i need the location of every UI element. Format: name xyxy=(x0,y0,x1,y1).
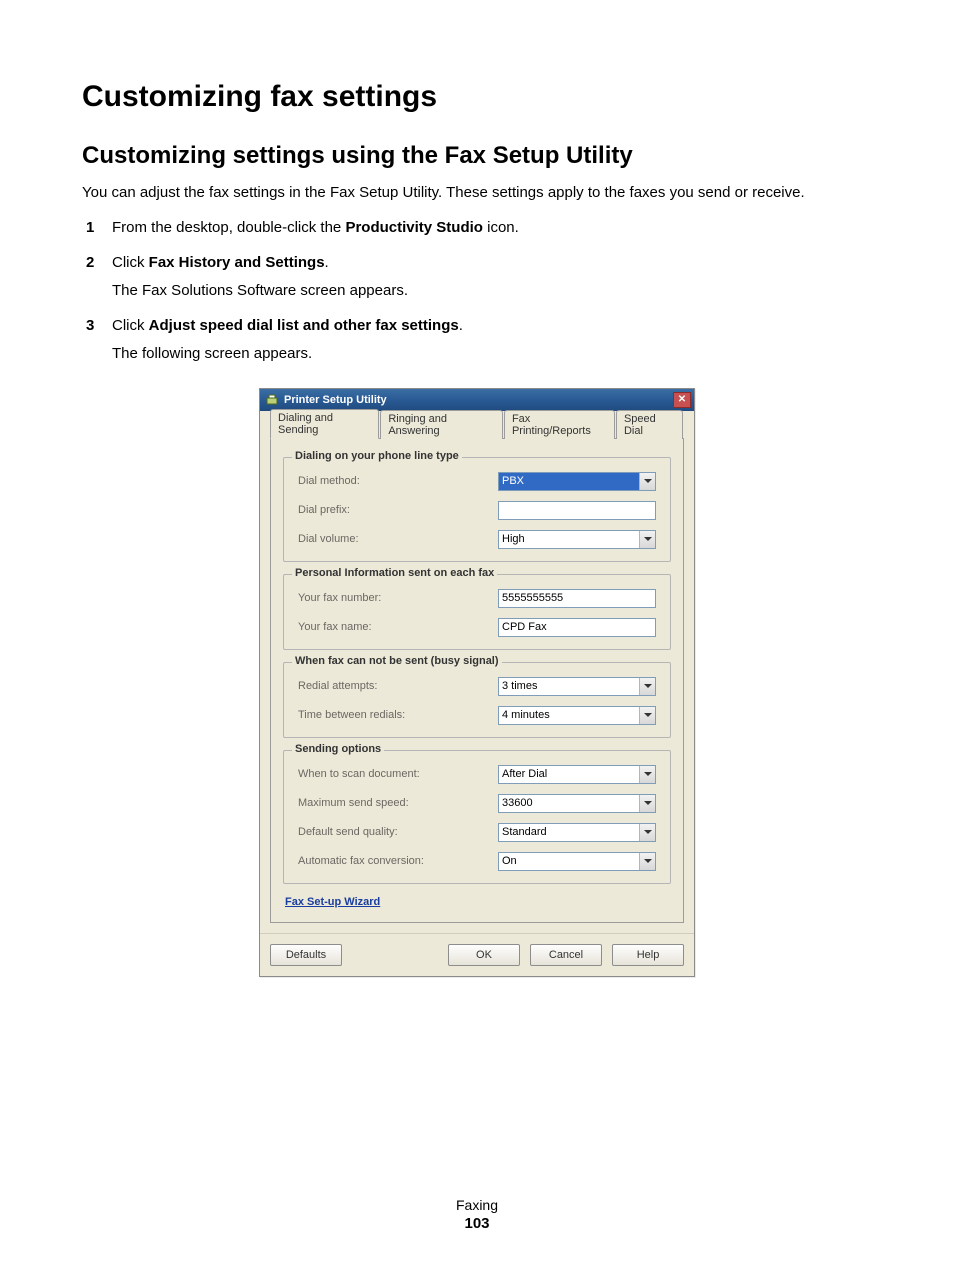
tab-panel-dialing: Dialing on your phone line type Dial met… xyxy=(270,439,684,923)
fax-name-value: CPD Fax xyxy=(502,621,547,633)
tab-fax-printing-reports[interactable]: Fax Printing/Reports xyxy=(504,410,615,439)
chevron-down-icon[interactable] xyxy=(639,795,655,812)
step-1: 1 From the desktop, double-click the Pro… xyxy=(82,217,872,252)
section-heading: Customizing settings using the Fax Setup… xyxy=(82,142,872,170)
group-dialing: Dialing on your phone line type Dial met… xyxy=(283,457,671,562)
fax-number-value: 5555555555 xyxy=(502,592,563,604)
page-heading: Customizing fax settings xyxy=(82,80,872,114)
when-to-scan-select[interactable]: After Dial xyxy=(498,765,656,784)
cancel-button[interactable]: Cancel xyxy=(530,944,602,966)
when-to-scan-label: When to scan document: xyxy=(298,768,498,780)
dial-prefix-input[interactable] xyxy=(498,501,656,520)
step-text-post: . xyxy=(459,317,463,334)
step-text-bold: Adjust speed dial list and other fax set… xyxy=(149,317,459,334)
dial-volume-value: High xyxy=(502,533,525,545)
chevron-down-icon[interactable] xyxy=(639,707,655,724)
defaults-button[interactable]: Defaults xyxy=(270,944,342,966)
step-number: 1 xyxy=(86,217,94,240)
chevron-down-icon[interactable] xyxy=(639,473,655,490)
dialog-title: Printer Setup Utility xyxy=(284,394,673,406)
fax-setup-wizard-link[interactable]: Fax Set-up Wizard xyxy=(285,896,380,908)
group-legend: Dialing on your phone line type xyxy=(292,450,462,462)
dialog-button-bar: Defaults OK Cancel Help xyxy=(260,933,694,976)
chevron-down-icon[interactable] xyxy=(639,766,655,783)
dial-volume-label: Dial volume: xyxy=(298,533,498,545)
intro-paragraph: You can adjust the fax settings in the F… xyxy=(82,184,872,201)
redial-attempts-select[interactable]: 3 times xyxy=(498,677,656,696)
default-quality-value: Standard xyxy=(502,826,547,838)
step-text-bold: Productivity Studio xyxy=(345,219,483,236)
redial-attempts-label: Redial attempts: xyxy=(298,680,498,692)
step-number: 2 xyxy=(86,252,94,275)
dial-method-value: PBX xyxy=(502,475,524,487)
dial-volume-select[interactable]: High xyxy=(498,530,656,549)
step-3: 3 Click Adjust speed dial list and other… xyxy=(82,315,872,378)
footer-section-label: Faxing xyxy=(82,1197,872,1213)
group-busy-signal: When fax can not be sent (busy signal) R… xyxy=(283,662,671,738)
auto-fax-conversion-label: Automatic fax conversion: xyxy=(298,855,498,867)
step-text-bold: Fax History and Settings xyxy=(149,254,325,271)
chevron-down-icon[interactable] xyxy=(639,853,655,870)
group-personal-info: Personal Information sent on each fax Yo… xyxy=(283,574,671,650)
step-subtext: The following screen appears. xyxy=(112,343,872,366)
close-icon[interactable]: ✕ xyxy=(673,392,691,408)
max-send-speed-select[interactable]: 33600 xyxy=(498,794,656,813)
step-text-pre: Click xyxy=(112,254,149,271)
group-legend: Sending options xyxy=(292,743,384,755)
printer-setup-dialog: Printer Setup Utility ✕ Dialing and Send… xyxy=(259,388,695,977)
fax-number-label: Your fax number: xyxy=(298,592,498,604)
time-between-redials-value: 4 minutes xyxy=(502,709,550,721)
group-sending-options: Sending options When to scan document: A… xyxy=(283,750,671,884)
dial-method-label: Dial method: xyxy=(298,475,498,487)
tab-speed-dial[interactable]: Speed Dial xyxy=(616,410,683,439)
dial-method-select[interactable]: PBX xyxy=(498,472,656,491)
step-subtext: The Fax Solutions Software screen appear… xyxy=(112,280,872,303)
step-text-post: . xyxy=(325,254,329,271)
dialog-titlebar: Printer Setup Utility ✕ xyxy=(260,389,694,411)
group-legend: Personal Information sent on each fax xyxy=(292,567,497,579)
step-text-pre: From the desktop, double-click the xyxy=(112,219,345,236)
step-text-pre: Click xyxy=(112,317,149,334)
group-legend: When fax can not be sent (busy signal) xyxy=(292,655,502,667)
fax-name-label: Your fax name: xyxy=(298,621,498,633)
auto-fax-conversion-value: On xyxy=(502,855,517,867)
tab-dialing-and-sending[interactable]: Dialing and Sending xyxy=(270,409,379,439)
chevron-down-icon[interactable] xyxy=(639,678,655,695)
max-send-speed-label: Maximum send speed: xyxy=(298,797,498,809)
ok-button[interactable]: OK xyxy=(448,944,520,966)
step-text-post: icon. xyxy=(483,219,519,236)
redial-attempts-value: 3 times xyxy=(502,680,537,692)
chevron-down-icon[interactable] xyxy=(639,824,655,841)
page-number: 103 xyxy=(82,1215,872,1232)
step-2: 2 Click Fax History and Settings. The Fa… xyxy=(82,252,872,315)
help-button[interactable]: Help xyxy=(612,944,684,966)
dial-prefix-label: Dial prefix: xyxy=(298,504,498,516)
time-between-redials-select[interactable]: 4 minutes xyxy=(498,706,656,725)
tab-ringing-and-answering[interactable]: Ringing and Answering xyxy=(380,410,503,439)
time-between-redials-label: Time between redials: xyxy=(298,709,498,721)
fax-name-input[interactable]: CPD Fax xyxy=(498,618,656,637)
default-quality-select[interactable]: Standard xyxy=(498,823,656,842)
tabstrip: Dialing and Sending Ringing and Answerin… xyxy=(270,419,684,439)
step-number: 3 xyxy=(86,315,94,338)
auto-fax-conversion-select[interactable]: On xyxy=(498,852,656,871)
when-to-scan-value: After Dial xyxy=(502,768,547,780)
app-icon xyxy=(265,393,279,407)
default-quality-label: Default send quality: xyxy=(298,826,498,838)
max-send-speed-value: 33600 xyxy=(502,797,533,809)
fax-number-input[interactable]: 5555555555 xyxy=(498,589,656,608)
chevron-down-icon[interactable] xyxy=(639,531,655,548)
